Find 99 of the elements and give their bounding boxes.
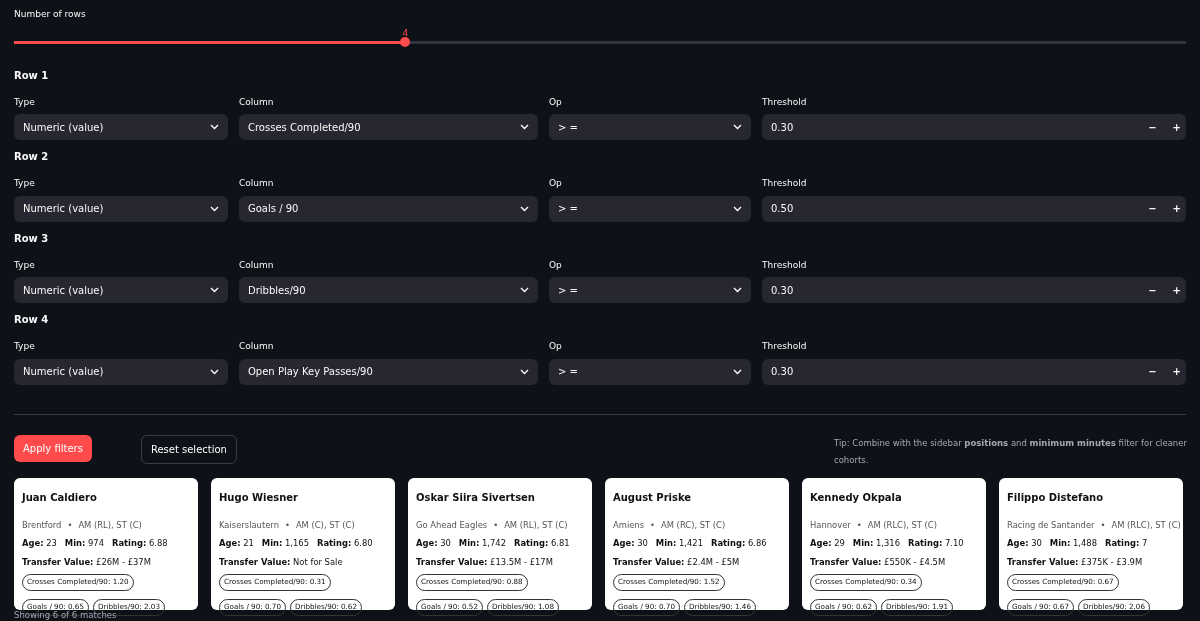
transfer-value: Transfer Value: £2.4M - £5M [613,555,741,569]
chevron-down-icon [210,124,219,130]
transfer-value: Transfer Value: £550K - £4.5M [810,555,947,569]
increment-button[interactable]: + [1172,364,1181,379]
separator-dot: • [67,518,73,532]
row-heading: Row 4 [14,313,50,327]
chevron-down-icon [210,287,219,293]
field-label: Column [239,177,275,190]
player-name: Hugo Wiesner [219,490,300,505]
results-count: Showing 6 of 6 matches [14,610,117,620]
row-heading: Row 1 [14,68,50,83]
field-label: Threshold [762,177,808,190]
player-club: Brentford [22,518,62,532]
increment-button[interactable]: + [1172,119,1181,135]
operator-select[interactable]: > = [549,114,751,140]
operator-select[interactable]: > = [549,358,751,385]
type-select[interactable]: Numeric (value) [14,114,228,140]
field-label: Column [239,258,275,272]
player-club: Racing de Santander [1007,518,1095,532]
threshold-input[interactable]: 0.30 [771,119,1149,135]
player-club: Hannover [810,518,851,532]
separator-dot: • [1100,518,1106,532]
chevron-down-icon [210,368,219,375]
chevron-down-icon [520,124,529,130]
row-heading: Row 2 [14,150,50,164]
player-stats: Age: 30 Min: 1,742 Rating: 6.81 [416,537,571,550]
operator-select[interactable]: > = [549,277,751,303]
increment-button[interactable]: + [1172,201,1181,216]
transfer-value: Transfer Value: £375K - £3.9M [1007,555,1144,569]
player-positions: AM (RL), ST (C) [78,518,142,532]
separator-dot: • [284,518,290,532]
field-label: Op [549,177,563,190]
player-stats: Age: 30 Min: 1,488 Rating: 7 [1007,537,1149,550]
column-select[interactable]: Open Play Key Passes/90 [239,358,538,385]
field-label: Type [14,95,36,109]
field-label: Threshold [762,95,808,109]
chevron-down-icon [210,205,219,212]
column-select[interactable]: Crosses Completed/90 [239,114,538,140]
transfer-value: Transfer Value: £13.5M - £17M [416,555,554,569]
field-label: Column [239,340,275,353]
player-name: Filippo Distefano [1007,490,1105,505]
increment-button[interactable]: + [1172,282,1181,298]
player-stats: Age: 29 Min: 1,316 Rating: 7.10 [810,537,965,550]
player-positions: AM (RLC), ST (C) [1111,518,1181,532]
chevron-down-icon [733,124,742,130]
transfer-value: Transfer Value: £26M - £37M [22,555,152,569]
player-name: Kennedy Okpala [810,490,903,505]
decrement-button[interactable]: − [1148,201,1157,216]
player-name: August Priske [613,490,693,505]
chevron-down-icon [520,287,529,293]
type-select[interactable]: Numeric (value) [14,277,228,303]
slider-track[interactable] [14,40,1186,44]
field-label: Threshold [762,340,808,353]
transfer-value: Transfer Value: Not for Sale [219,555,344,569]
player-stats: Age: 23 Min: 974 Rating: 6.88 [22,537,169,550]
chevron-down-icon [520,205,529,212]
player-stats: Age: 21 Min: 1,165 Rating: 6.80 [219,537,374,550]
slider-thumb[interactable] [400,36,411,47]
field-label: Threshold [762,258,808,272]
row-heading: Row 3 [14,231,50,246]
player-club: Amiens [613,518,645,532]
reset-button[interactable]: Reset selection [140,434,237,464]
player-positions: AM (C), ST (C) [295,518,355,532]
field-label: Column [239,95,275,109]
field-label: Op [549,95,563,109]
tip-text: Tip: Combine with the sidebar positions and minimum minutes filter for cleaner cohorts. [834,436,1188,467]
separator-dot: • [856,518,862,532]
player-positions: AM (RL), ST (C) [504,518,568,532]
player-name: Juan Caldiero [22,490,98,505]
player-name: Oskar Siira Sivertsen [416,490,536,505]
threshold-input[interactable]: 0.50 [771,201,1149,216]
type-select[interactable]: Numeric (value) [14,358,228,385]
chevron-down-icon [733,368,742,375]
field-label: Op [549,340,563,353]
chevron-down-icon [733,287,742,293]
player-stats: Age: 30 Min: 1,421 Rating: 6.86 [613,537,768,550]
chevron-down-icon [733,205,742,212]
decrement-button[interactable]: − [1148,364,1157,379]
type-select[interactable]: Numeric (value) [14,195,228,222]
separator-dot: • [493,518,499,532]
field-label: Type [14,340,36,353]
field-label: Op [549,258,563,272]
player-club: Go Ahead Eagles [416,518,488,532]
threshold-input[interactable]: 0.30 [771,282,1149,298]
chevron-down-icon [520,368,529,375]
field-label: Type [14,177,36,190]
operator-select[interactable]: > = [549,195,751,222]
decrement-button[interactable]: − [1148,282,1157,298]
column-select[interactable]: Goals / 90 [239,195,538,222]
decrement-button[interactable]: − [1148,119,1157,135]
column-select[interactable]: Dribbles/90 [239,277,538,303]
threshold-input[interactable]: 0.30 [771,364,1149,379]
slider-value: 4 [402,26,409,40]
player-club: Kaiserslautern [219,518,279,532]
player-positions: AM (RLC), ST (C) [867,518,937,532]
slider-label: Number of rows [14,8,87,21]
player-positions: AM (RC), ST (C) [661,518,726,532]
separator-dot: • [650,518,655,532]
field-label: Type [14,258,36,272]
